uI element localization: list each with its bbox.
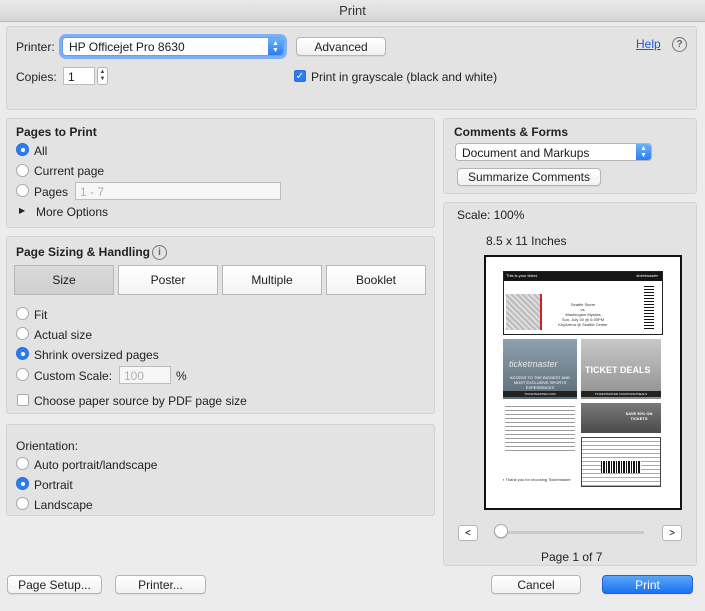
pages-to-print-title: Pages to Print <box>16 125 97 139</box>
ad2-url-bar: TICKETMASTER.COM/TICKETDEALS <box>581 391 661 397</box>
printer-select-value: HP Officejet Pro 8630 <box>69 40 185 54</box>
page-setup-button[interactable]: Page Setup... <box>7 575 102 594</box>
footer-text: Thank you for choosing Ticketmaster <box>505 477 571 482</box>
tab-size[interactable]: Size <box>14 265 114 295</box>
paper-size-label: 8.5 x 11 Inches <box>486 234 567 248</box>
ticket-headline: This is your ticket. <box>506 273 539 278</box>
select-arrows-icon: ▲ ▼ <box>636 144 651 160</box>
pages-all-radio[interactable] <box>16 143 29 156</box>
tab-booklet[interactable]: Booklet <box>326 265 426 295</box>
portrait-radio[interactable] <box>16 477 29 490</box>
copies-input[interactable]: 1 <box>63 67 95 85</box>
auto-orientation-label[interactable]: Auto portrait/landscape <box>34 458 157 472</box>
disclosure-triangle-icon[interactable]: ▶ <box>19 206 25 215</box>
custom-scale-label[interactable]: Custom Scale: <box>34 369 112 383</box>
ad2-title: TICKET DEALS <box>585 365 651 375</box>
pages-range-input[interactable]: 1 - 7 <box>75 182 281 200</box>
ticket-footer: ▪ Thank you for choosing Ticketmaster <box>503 477 573 482</box>
shrink-oversized-label[interactable]: Shrink oversized pages <box>34 348 159 362</box>
auto-orientation-radio[interactable] <box>16 457 29 470</box>
pages-range-label[interactable]: Pages <box>34 185 68 199</box>
orientation-title: Orientation: <box>16 439 79 453</box>
comments-forms-value: Document and Markups <box>462 146 590 160</box>
grayscale-label[interactable]: Print in grayscale (black and white) <box>311 70 497 84</box>
pages-current-label[interactable]: Current page <box>34 164 104 178</box>
save-ad: SAVE 50% ON TICKETS <box>581 403 661 433</box>
custom-scale-radio[interactable] <box>16 368 29 381</box>
ad3-text: SAVE 50% ON TICKETS <box>625 411 653 421</box>
doc-barcode <box>601 461 641 473</box>
ad1-url-bar: TICKETMASTER.COM <box>503 391 577 397</box>
tab-poster[interactable]: Poster <box>118 265 218 295</box>
ticket-section: This is your ticket. ticketmaster Seattl… <box>503 271 663 335</box>
scale-label: Scale: 100% <box>457 208 525 222</box>
select-arrows-icon: ▲ ▼ <box>268 38 283 55</box>
doc-text-block <box>505 403 575 453</box>
comments-forms-select[interactable]: Document and Markups ▲ ▼ <box>455 143 652 161</box>
printer-select[interactable]: HP Officejet Pro 8630 ▲ ▼ <box>62 37 284 56</box>
ticket-barcode <box>644 286 654 330</box>
ticket-stub-image <box>506 294 540 330</box>
page-slider-track[interactable] <box>494 531 644 534</box>
ad1-text: ACCESS TO THE BIGGEST AND MOST EXCLUSIVE… <box>509 375 571 390</box>
actual-size-radio[interactable] <box>16 327 29 340</box>
print-button[interactable]: Print <box>602 575 693 594</box>
more-options-label[interactable]: More Options <box>36 205 108 219</box>
landscape-radio[interactable] <box>16 497 29 510</box>
printer-button[interactable]: Printer... <box>115 575 206 594</box>
actual-size-label[interactable]: Actual size <box>34 328 92 342</box>
ticket-event-info: Seattle Storm vs. Washington Mystics Sun… <box>548 302 618 327</box>
help-icon[interactable]: ? <box>672 37 687 52</box>
grayscale-checkbox[interactable]: ✓ <box>294 70 306 82</box>
ticketmaster-ad: ticketmaster <box>503 339 577 399</box>
prev-page-button[interactable]: < <box>458 525 478 541</box>
shrink-oversized-radio[interactable] <box>16 347 29 360</box>
page-sizing-title: Page Sizing & Handling <box>16 245 151 259</box>
info-icon[interactable]: i <box>152 245 167 260</box>
pages-range-radio[interactable] <box>16 184 29 197</box>
printer-label: Printer: <box>16 40 55 54</box>
copies-stepper[interactable]: ▲ ▼ <box>97 67 108 85</box>
help-link[interactable]: Help <box>636 37 661 51</box>
summarize-comments-button[interactable]: Summarize Comments <box>457 168 601 186</box>
advanced-button[interactable]: Advanced <box>296 37 386 56</box>
portrait-label[interactable]: Portrait <box>34 478 73 492</box>
landscape-label[interactable]: Landscape <box>34 498 93 512</box>
ticket-red-stripe <box>540 294 542 330</box>
paper-source-label[interactable]: Choose paper source by PDF page size <box>34 394 247 408</box>
page-sizing-panel <box>6 236 435 414</box>
ticket-brand: ticketmaster <box>636 273 658 278</box>
fit-label[interactable]: Fit <box>34 308 47 322</box>
ad1-url: TICKETMASTER.COM <box>524 392 556 396</box>
page-indicator: Page 1 of 7 <box>541 550 603 564</box>
percent-sign: % <box>176 369 187 383</box>
cancel-button[interactable]: Cancel <box>491 575 581 594</box>
page-slider-knob[interactable] <box>494 524 508 538</box>
ad1-brand: ticketmaster <box>509 359 558 369</box>
page-preview: This is your ticket. ticketmaster Seattl… <box>484 255 682 510</box>
comments-forms-title: Comments & Forms <box>454 125 569 139</box>
ticket-deals-ad: TICKET DEALS <box>581 339 661 399</box>
ticket-header-bar: This is your ticket. ticketmaster <box>504 272 662 281</box>
pages-all-label[interactable]: All <box>34 144 47 158</box>
paper-source-checkbox[interactable] <box>17 394 29 406</box>
event-line5: KeyArena @ Seattle Center <box>558 322 608 327</box>
tab-multiple[interactable]: Multiple <box>222 265 322 295</box>
window-title: Print <box>0 0 705 22</box>
fit-radio[interactable] <box>16 307 29 320</box>
next-page-button[interactable]: > <box>662 525 682 541</box>
ad2-url: TICKETMASTER.COM/TICKETDEALS <box>594 392 648 396</box>
copies-label: Copies: <box>16 70 57 84</box>
pages-current-radio[interactable] <box>16 164 29 177</box>
custom-scale-input[interactable]: 100 <box>119 366 171 384</box>
